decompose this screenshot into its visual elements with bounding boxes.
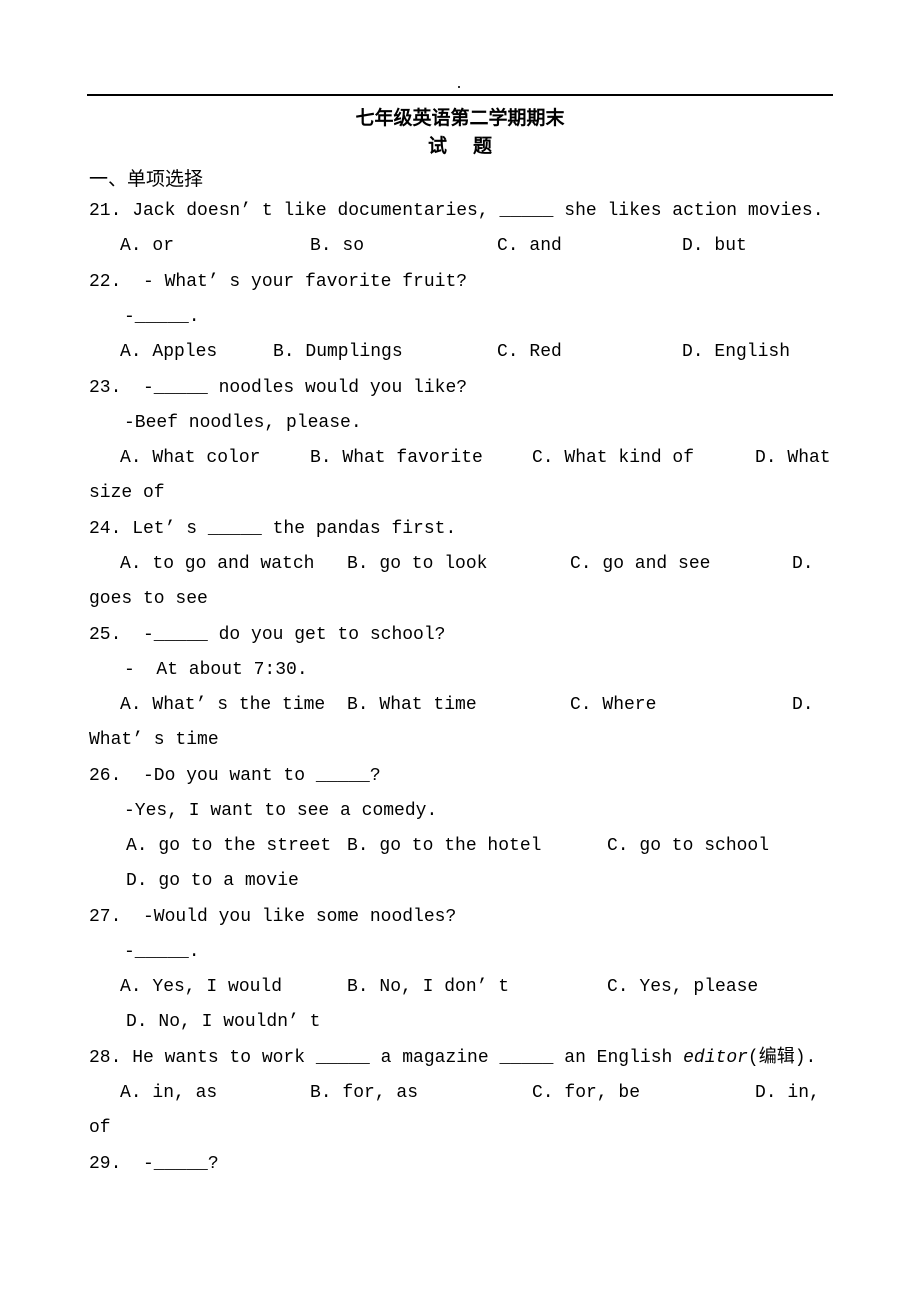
question-23-reply: -Beef noodles, please. [124,413,362,433]
question-21-option-a: A. or [120,236,175,256]
question-22-option-a: A. Apples [120,342,218,362]
question-24-option-b: B. go to look [347,554,488,574]
question-26-option-d: D. go to a movie [126,871,299,891]
question-25-option-d-wrap: What’ s time [89,730,219,750]
question-26-option-c: C. go to school [607,836,770,856]
question-25-stem: 25. -_____ do you get to school? [89,625,446,645]
question-23-option-c: C. What kind of [532,448,695,468]
question-26-stem: 26. -Do you want to _____? [89,766,381,786]
question-28-italic-word: editor [683,1048,748,1068]
question-25-option-a: A. What’ s the time [120,695,326,715]
question-28-stem-text: 28. He wants to work _____ a magazine __… [89,1048,684,1068]
question-28-option-a: A. in, as [120,1083,218,1103]
question-28-option-d: D. in, [755,1083,820,1103]
question-21-stem: 21. Jack doesn’ t like documentaries, __… [89,201,824,221]
question-28-stem: 28. He wants to work _____ a magazine __… [89,1047,816,1069]
question-27-option-a: A. Yes, I would [120,977,283,997]
question-27-option-c: C. Yes, please [607,977,759,997]
question-26-reply: -Yes, I want to see a comedy. [124,801,438,821]
question-26-option-b: B. go to the hotel [347,836,542,856]
header-dot [458,86,460,88]
question-25-option-d: D. [792,695,814,715]
exam-title: 七年级英语第二学期期末 [355,107,565,129]
question-23-option-b: B. What favorite [310,448,483,468]
question-22-stem: 22. - What’ s your favorite fruit? [89,272,468,292]
question-22-option-d: D. English [682,342,791,362]
question-25-option-c: C. Where [570,695,657,715]
question-21-option-b: B. so [310,236,365,256]
question-24-stem: 24. Let’ s _____ the pandas first. [89,519,457,539]
question-28-option-d-wrap: of [89,1118,111,1138]
header-rule [87,94,833,96]
question-23-option-a: A. What color [120,448,261,468]
question-22-option-c: C. Red [497,342,562,362]
question-24-option-c: C. go and see [570,554,711,574]
question-26-option-a: A. go to the street [126,836,332,856]
question-24-option-d-wrap: goes to see [89,589,208,609]
question-27-option-b: B. No, I don’ t [347,977,510,997]
question-29-stem: 29. -_____? [89,1154,219,1174]
question-22-option-b: B. Dumplings [273,342,403,362]
question-28-gloss: (编辑). [747,1048,817,1068]
question-22-reply: -_____. [124,307,200,327]
question-27-reply: -_____. [124,942,200,962]
exam-subtitle: 试题 [427,135,518,157]
question-23-stem: 23. -_____ noodles would you like? [89,378,468,398]
question-24-option-a: A. to go and watch [120,554,315,574]
section-heading: 一、单项选择 [89,168,204,190]
question-25-reply: - At about 7:30. [124,660,308,680]
question-23-option-d: D. What [755,448,831,468]
question-21-option-c: C. and [497,236,562,256]
question-23-option-d-wrap: size of [89,483,165,503]
question-28-option-b: B. for, as [310,1083,419,1103]
question-27-option-d: D. No, I wouldn’ t [126,1012,321,1032]
question-24-option-d: D. [792,554,814,574]
question-28-option-c: C. for, be [532,1083,641,1103]
question-21-option-d: D. but [682,236,747,256]
question-25-option-b: B. What time [347,695,477,715]
question-27-stem: 27. -Would you like some noodles? [89,907,457,927]
